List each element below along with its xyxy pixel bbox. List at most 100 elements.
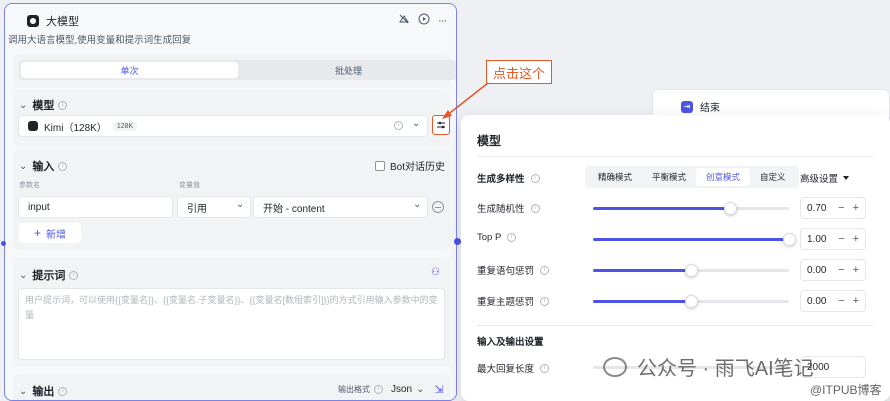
chevron-down-icon: ⌄ <box>416 384 425 395</box>
ref-type-select[interactable]: 引用 ⌄ <box>177 196 251 218</box>
end-node-title: 结束 <box>700 103 720 114</box>
chevron-down-icon: ⌄ <box>236 199 245 210</box>
node-title: 大模型 <box>46 16 79 28</box>
add-param-button[interactable]: + 新增 <box>19 223 81 243</box>
plus-icon[interactable]: + <box>853 264 859 276</box>
plus-icon[interactable]: + <box>853 202 859 214</box>
mode-tabs-card: 单次 批处理 <box>13 54 456 88</box>
expand-icon[interactable]: ⇲ <box>435 383 444 396</box>
info-icon: i <box>58 100 68 110</box>
param-value-input[interactable]: 0.70− + <box>800 197 866 219</box>
info-icon: i <box>530 173 540 183</box>
model-info-icon[interactable]: i <box>394 121 403 130</box>
param-value-input[interactable]: 0.00− + <box>800 259 866 281</box>
model-select[interactable]: Kimi（128K） 128K i ⌄ <box>18 115 428 137</box>
tab-balanced-mode[interactable]: 平衡模式 <box>642 168 696 186</box>
prompt-textarea[interactable]: 用户提示词，可以使用{{变量名}}、{{变量名.子变量名}}、{{变量名[数组索… <box>18 288 445 360</box>
tab-batch[interactable]: 批处理 <box>240 60 456 80</box>
output-section-title: 输出 <box>32 386 55 398</box>
param-name-input[interactable]: input <box>18 196 173 218</box>
watermark-sub: @ITPUB博客 <box>810 383 882 397</box>
diversity-tabs: 精确模式 平衡模式 创意模式 自定义 <box>585 166 799 188</box>
info-icon: i <box>374 385 383 394</box>
caret-down-icon <box>843 176 850 180</box>
param-name-value: input <box>28 201 50 213</box>
variable-icon[interactable]: ⚇ <box>431 267 440 278</box>
var-value-header: 变量值 <box>179 182 200 189</box>
param-value: 1.00 <box>807 233 827 245</box>
kimi-logo-icon <box>28 121 38 131</box>
collapse-prompt-icon[interactable]: ⌄ <box>19 270 27 281</box>
prompt-section: ⌄ 提示词 i ⚇ 用户提示词，可以使用{{变量名}}、{{变量名.子变量名}}… <box>13 258 450 366</box>
info-icon: i <box>507 233 517 242</box>
io-section-title: 输入及输出设置 <box>477 337 544 348</box>
watermark: 公众号 · 雨飞AI笔记 <box>603 352 814 381</box>
param-name-header: 参数名 <box>19 182 40 189</box>
minus-icon[interactable]: − <box>838 202 844 214</box>
info-icon: i <box>69 270 79 280</box>
collapse-output-icon[interactable]: ⌄ <box>19 386 27 397</box>
model-section-title: 模型 <box>32 100 55 112</box>
param-value-input[interactable]: 1.00− + <box>800 228 866 250</box>
advanced-settings-label: 高级设置 <box>800 174 839 185</box>
output-format-label: 输出格式 <box>338 385 370 394</box>
max-len-label: 最大回复长度 <box>477 364 535 375</box>
param-slider-fill <box>593 269 691 272</box>
collapse-input-icon[interactable]: ⌄ <box>19 161 27 172</box>
tab-single[interactable]: 单次 <box>21 62 238 78</box>
advanced-settings-toggle[interactable]: 高级设置 <box>800 171 850 185</box>
plus-icon[interactable]: + <box>853 233 859 245</box>
param-value: 0.70 <box>807 202 827 214</box>
model-context-badge: 128K <box>112 121 138 131</box>
input-section: ⌄ 输入 i Bot对话历史 参数名 变量值 input 引用 ⌄ 开始 - c… <box>13 150 450 250</box>
run-icon[interactable] <box>418 13 430 28</box>
info-icon: i <box>540 363 550 373</box>
info-icon: i <box>58 386 68 396</box>
prompt-placeholder: 用户提示词，可以使用{{变量名}}、{{变量名.子变量名}}、{{变量名[数组索… <box>25 295 438 320</box>
chevron-down-icon: ⌄ <box>413 199 422 210</box>
end-node-icon: ⇥ <box>681 100 693 113</box>
bot-history-checkbox[interactable] <box>375 160 385 171</box>
llm-node-icon <box>27 15 39 27</box>
param-slider-knob[interactable] <box>685 264 698 277</box>
param-slider-knob[interactable] <box>783 233 796 246</box>
wechat-icon <box>603 356 627 377</box>
plus-icon[interactable]: + <box>853 295 859 307</box>
popup-title: 模型 <box>477 134 502 148</box>
tab-creative-mode[interactable]: 创意模式 <box>696 168 751 186</box>
info-icon: i <box>540 296 550 306</box>
callout-box: 点击这个 <box>486 60 552 84</box>
minus-icon[interactable]: − <box>838 264 844 276</box>
llm-node-panel[interactable]: 大模型 ··· 调用大语言模型,使用变量和提示词生成回复 单次 批处理 ⌄ 模型… <box>4 3 457 401</box>
param-slider-fill <box>593 300 691 303</box>
output-format-select[interactable]: Json <box>391 384 412 395</box>
debug-off-icon[interactable] <box>398 13 410 28</box>
param-slider-fill <box>593 238 789 241</box>
ref-type-value: 引用 <box>187 203 207 215</box>
callout-text: 点击这个 <box>492 65 545 81</box>
tab-precise-mode[interactable]: 精确模式 <box>588 168 642 186</box>
info-icon: i <box>530 203 540 213</box>
tab-custom-mode[interactable]: 自定义 <box>750 168 796 186</box>
param-value-input[interactable]: 0.00− + <box>800 290 866 312</box>
more-icon[interactable]: ··· <box>438 15 447 27</box>
input-section-title: 输入 <box>32 161 55 173</box>
minus-icon[interactable]: − <box>838 233 844 245</box>
resize-handle-left[interactable] <box>1 241 6 246</box>
output-section: ⌄ 输出 i 输出格式 i Json ⌄ ⇲ <box>13 374 450 400</box>
param-slider-knob[interactable] <box>724 202 738 215</box>
ref-value-select[interactable]: 开始 - content ⌄ <box>253 196 428 218</box>
chevron-down-icon: ⌄ <box>412 118 421 129</box>
add-param-label: 新增 <box>46 229 66 241</box>
mode-tabs: 单次 批处理 <box>19 60 456 80</box>
param-label: Top P <box>477 232 502 243</box>
minus-icon[interactable]: − <box>838 295 844 307</box>
remove-param-icon[interactable] <box>432 201 444 213</box>
collapse-model-icon[interactable]: ⌄ <box>19 100 27 111</box>
param-value: 0.00 <box>807 295 827 307</box>
diversity-label: 生成多样性 <box>477 174 525 185</box>
param-slider-knob[interactable] <box>685 295 698 308</box>
connection-port-right[interactable] <box>454 238 461 245</box>
watermark-text: 公众号 · 雨飞AI笔记 <box>637 358 814 380</box>
param-value: 0.00 <box>807 264 827 276</box>
